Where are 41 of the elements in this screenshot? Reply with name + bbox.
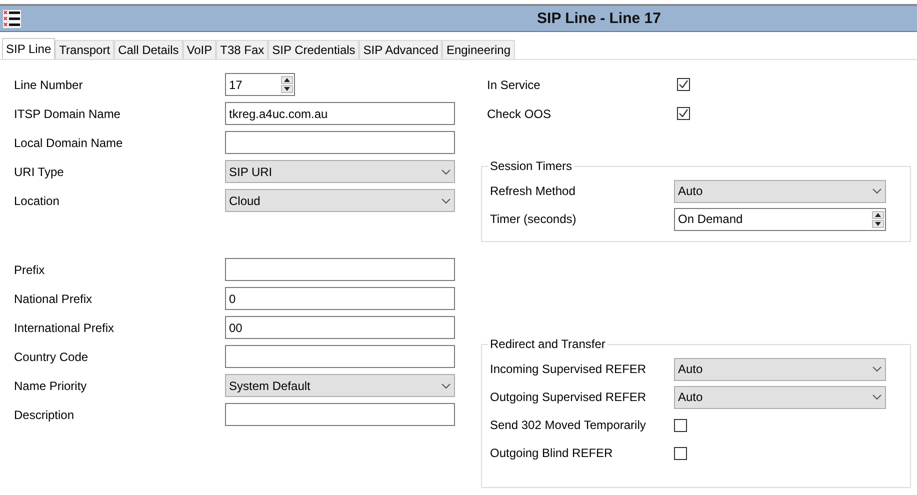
field-label: Name Priority — [14, 378, 88, 392]
field-label: International Prefix — [14, 320, 116, 334]
field-label: Local Domain Name — [14, 136, 124, 150]
field-label: Check OOS — [486, 106, 552, 120]
field-label: Outgoing Blind REFER — [490, 446, 614, 460]
tab[interactable]: Transport — [55, 40, 114, 59]
tab[interactable]: Engineering — [442, 40, 515, 59]
field-label: Timer (seconds) — [490, 212, 578, 226]
tab[interactable]: SIP Advanced — [359, 40, 442, 59]
dropdown[interactable]: Cloud — [225, 189, 455, 212]
group-title: Session Timers — [488, 159, 574, 173]
field-label: National Prefix — [14, 292, 94, 306]
field-label: Outgoing Supervised REFER — [490, 390, 648, 404]
field-label: Send 302 Moved Temporarily — [490, 418, 647, 432]
field-label: Location — [14, 194, 60, 208]
field-label: ITSP Domain Name — [14, 106, 122, 120]
spin-field[interactable]: 17 — [225, 73, 295, 96]
text-field[interactable]: 0 — [225, 287, 455, 310]
field-label: Incoming Supervised REFER — [490, 362, 648, 376]
field-label: Country Code — [14, 350, 90, 364]
field-label: URI Type — [14, 164, 65, 178]
dropdown[interactable]: Auto — [674, 386, 886, 408]
text-field[interactable]: 00 — [225, 316, 455, 339]
tab[interactable]: SIP Line — [2, 38, 56, 59]
spin-field[interactable]: On Demand — [674, 208, 886, 230]
tab[interactable]: VoIP — [182, 40, 216, 59]
window-title: SIP Line - Line 17 — [536, 10, 662, 27]
field-label: Line Number — [14, 78, 84, 92]
group-title: Redirect and Transfer — [488, 337, 608, 351]
dropdown[interactable]: Auto — [674, 358, 886, 380]
tab[interactable]: T38 Fax — [216, 40, 268, 59]
field-label: Description — [14, 408, 76, 422]
tab[interactable]: Call Details — [114, 40, 183, 59]
field-label: In Service — [486, 78, 542, 92]
text-field[interactable]: tkreg.a4uc.com.au — [225, 102, 455, 125]
dropdown[interactable]: Auto — [674, 180, 886, 202]
tab[interactable]: SIP Credentials — [268, 40, 360, 59]
field-label: Refresh Method — [490, 184, 576, 198]
field-label: Prefix — [14, 262, 46, 276]
dropdown[interactable]: System Default — [225, 374, 455, 397]
dropdown[interactable]: SIP URI — [225, 160, 455, 183]
